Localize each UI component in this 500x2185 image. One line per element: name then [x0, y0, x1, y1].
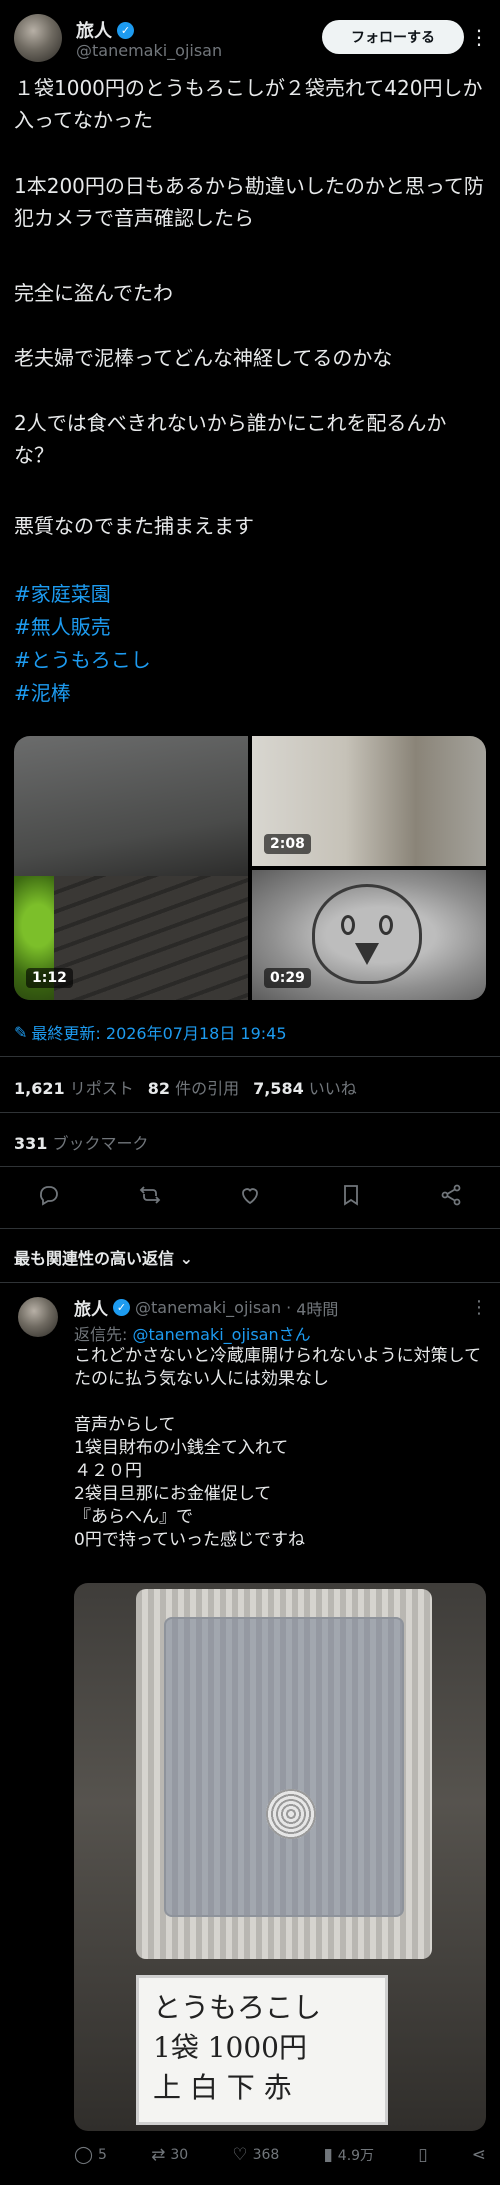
bookmarks-count: 331 [14, 1134, 48, 1153]
tweet-paragraph-3: 完全に盗んでたわ [14, 281, 173, 305]
quotes-count: 82 [147, 1079, 170, 1098]
replying-to: 返信先: @tanemaki_ojisanさん [74, 1321, 311, 1345]
bookmarks-stat[interactable]: 331 ブックマーク [14, 1130, 149, 1154]
hashtag-list: #家庭菜園 #無人販売 #とうもろこし #泥棒 [14, 578, 486, 710]
hashtag-link[interactable]: #とうもろこし [14, 644, 486, 677]
repost-icon[interactable] [135, 1180, 165, 1210]
replying-prefix: 返信先: [74, 1325, 128, 1344]
likes-count: 7,584 [253, 1079, 304, 1098]
edit-pencil-icon: ✎ [14, 1022, 28, 1042]
quotes-label: 件の引用 [175, 1079, 240, 1098]
reply-author-handle[interactable]: @tanemaki_ojisan [135, 1298, 281, 1317]
edited-link[interactable]: ✎ 最終更新: 2026年07月18日 19:45 [14, 1020, 287, 1044]
reply-count: 5 [98, 2147, 107, 2163]
reply-name-row: 旅人 ✓ @tanemaki_ojisan · 4時間 [74, 1295, 338, 1320]
author-avatar[interactable] [14, 14, 62, 62]
bookmark-action[interactable]: ▯ [418, 2145, 427, 2165]
reposts-count: 1,621 [14, 1079, 65, 1098]
more-options-icon[interactable]: ⋮ [470, 1297, 488, 1318]
price-sign: とうもろこし 1袋 1000円 上 白 下 赤 [136, 1975, 388, 2125]
reply-sort-label: 最も関連性の高い返信 [14, 1249, 175, 1268]
reply-photo[interactable]: とうもろこし 1袋 1000円 上 白 下 赤 [74, 1583, 486, 2131]
reply-time[interactable]: 4時間 [296, 1296, 338, 1320]
bookmarks-label: ブックマーク [52, 1134, 149, 1153]
author-name[interactable]: 旅人 [76, 17, 112, 43]
video-duration: 2:08 [264, 834, 311, 854]
reply-action[interactable]: ◯ 5 [74, 2145, 107, 2165]
share-icon: ⋖ [471, 2145, 486, 2165]
face-mouth [355, 943, 379, 965]
video-duration: 0:29 [264, 968, 311, 988]
fridge-image [136, 1589, 432, 1959]
fan-vent-image [266, 1789, 316, 1839]
video-thumbnail-1[interactable]: 1:12 [14, 736, 248, 1000]
verified-badge-icon: ✓ [113, 1299, 130, 1316]
tweet-paragraph-4: 老夫婦で泥棒ってどんな神経してるのかな [14, 346, 393, 370]
reply-text: これどかさないと冷蔵庫開けられないように対策してたのに払う気ない人には効果なし … [74, 1346, 482, 1550]
fridge-door-image [164, 1617, 404, 1917]
tweet-header: 旅人 ✓ @tanemaki_ojisan フォローする ⋮ [14, 14, 489, 64]
hashtag-link[interactable]: #泥棒 [14, 677, 486, 710]
tweet-actions-bar [14, 1180, 486, 1214]
divider [0, 1282, 500, 1283]
face-eye [379, 915, 393, 935]
follow-button[interactable]: フォローする [322, 20, 464, 54]
likes-label: いいね [308, 1079, 357, 1098]
shelf-image [54, 876, 248, 1000]
views-action[interactable]: ▮ 4.9万 [323, 2145, 374, 2165]
replying-to-handle[interactable]: @tanemaki_ojisanさん [133, 1325, 311, 1344]
verified-badge-icon: ✓ [117, 21, 134, 39]
video-duration: 1:12 [26, 968, 73, 988]
divider [0, 1056, 500, 1057]
sign-line: 上 白 下 赤 [153, 2071, 292, 2104]
video-thumbnail-3[interactable]: 0:29 [252, 870, 486, 1000]
repost-action[interactable]: ⇄ 30 [151, 2145, 188, 2165]
face-eye [341, 915, 355, 935]
reposts-stat[interactable]: 1,621 リポスト [14, 1075, 134, 1099]
meta-separator: · [286, 1298, 292, 1317]
bookmark-icon: ▯ [418, 2145, 428, 2165]
sign-line: 1袋 1000円 [153, 2031, 307, 2064]
reposts-label: リポスト [69, 1079, 134, 1098]
divider [0, 1112, 500, 1113]
repost-count: 30 [170, 2147, 189, 2163]
reply-icon[interactable] [34, 1180, 64, 1210]
views-count: 4.9万 [337, 2148, 375, 2164]
reply-actions-bar: ◯ 5 ⇄ 30 ♡ 368 ▮ 4.9万 ▯ ⋖ [74, 2145, 486, 2165]
reply-author-avatar[interactable] [18, 1297, 58, 1337]
tweet-paragraph-6: 悪質なのでまた捕まえます [14, 514, 254, 538]
sign-line: とうもろこし [153, 1991, 322, 2024]
drawn-face-image [312, 884, 422, 984]
hashtag-link[interactable]: #無人販売 [14, 611, 486, 644]
reply-sort-selector[interactable]: 最も関連性の高い返信 ⌄ [14, 1245, 193, 1269]
hashtag-link[interactable]: #家庭菜園 [14, 578, 486, 611]
engagement-stats: 1,621 リポスト 82 件の引用 7,584 いいね [14, 1075, 357, 1099]
reply-author-name[interactable]: 旅人 [74, 1295, 108, 1320]
like-icon: ♡ [232, 2145, 248, 2165]
tweet-paragraph-1: １袋1000円のとうもろこしが２袋売れて420円しか入ってなかった [14, 76, 483, 132]
author-name-row: 旅人 ✓ [76, 17, 134, 43]
repost-icon: ⇄ [151, 2145, 166, 2165]
likes-stat[interactable]: 7,584 いいね [253, 1075, 357, 1099]
more-options-icon[interactable]: ⋮ [468, 22, 490, 52]
quotes-stat[interactable]: 82 件の引用 [148, 1075, 239, 1099]
video-thumbnail-2[interactable]: 2:08 [252, 736, 486, 866]
media-grid: 1:12 2:08 0:29 [14, 736, 486, 1000]
share-action[interactable]: ⋖ [472, 2145, 486, 2165]
edited-label: 最終更新: 2026年07月18日 19:45 [31, 1024, 287, 1043]
author-handle[interactable]: @tanemaki_ojisan [76, 41, 222, 60]
like-icon[interactable] [235, 1180, 265, 1210]
chevron-down-icon: ⌄ [179, 1249, 193, 1268]
tweet-paragraph-2: 1本200円の日もあるから勘違いしたのかと思って防犯カメラで音声確認したら [14, 174, 484, 230]
reply-icon: ◯ [74, 2145, 94, 2165]
share-icon[interactable] [436, 1180, 466, 1210]
bookmark-icon[interactable] [336, 1180, 366, 1210]
like-count: 368 [252, 2147, 280, 2163]
views-icon: ▮ [323, 2145, 333, 2165]
tweet-paragraph-5: 2人では食べきれないから誰かにこれを配るんかな？ [14, 411, 447, 467]
like-action[interactable]: ♡ 368 [232, 2145, 279, 2165]
divider [0, 1166, 500, 1167]
divider [0, 1228, 500, 1229]
